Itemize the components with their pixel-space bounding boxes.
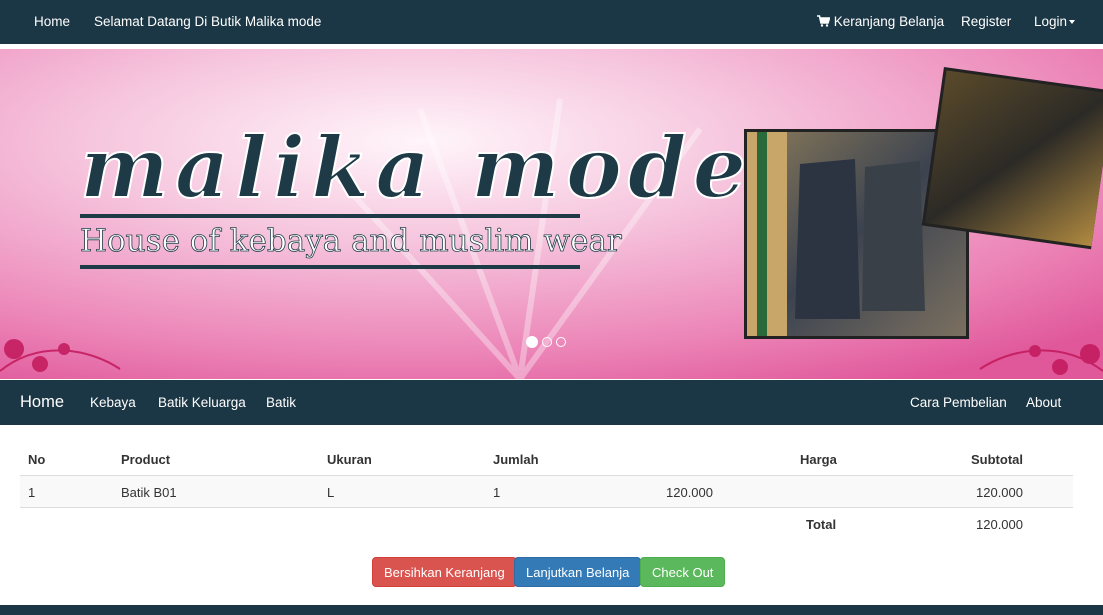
shopping-cart-icon [817, 15, 831, 27]
table-row [20, 476, 1073, 508]
nav-item-kebaya[interactable]: Kebaya [90, 380, 136, 425]
cell-ukuran: L [327, 485, 335, 500]
cell-no: 1 [28, 485, 36, 500]
header-harga: Harga [800, 452, 837, 467]
carousel-dot-1[interactable] [526, 336, 538, 348]
nav-item-cara-pembelian[interactable]: Cara Pembelian [910, 380, 1007, 425]
header-product: Product [121, 452, 171, 467]
continue-shopping-button[interactable]: Lanjutkan Belanja [514, 557, 642, 587]
top-navbar: Home Selamat Datang Di Butik Malika mode… [0, 0, 1103, 44]
login-dropdown[interactable]: Login [1034, 0, 1076, 44]
cart-link-label: Keranjang Belanja [833, 14, 945, 29]
header-no: No [28, 452, 46, 467]
banner-carousel: malika mode House of kebaya and muslim w… [0, 49, 1103, 379]
footer-bar [0, 605, 1103, 615]
cart-link[interactable]: Keranjang Belanja [817, 0, 944, 44]
banner-image: malika mode House of kebaya and muslim w… [0, 49, 1103, 379]
topnav-home-link[interactable]: Home [34, 0, 70, 44]
nav-item-batik[interactable]: Batik [266, 380, 296, 425]
nav-item-about[interactable]: About [1026, 380, 1061, 425]
total-value: 120.000 [976, 517, 1023, 532]
product-photo-2 [921, 66, 1103, 250]
login-label: Login [1034, 14, 1068, 29]
main-navbar: Home Kebaya Batik Keluarga Batik Cara Pe… [0, 380, 1103, 425]
header-subtotal: Subtotal [971, 452, 1023, 467]
carousel-dot-2[interactable] [542, 337, 552, 347]
header-ukuran: Ukuran [327, 452, 372, 467]
topnav-welcome-text: Selamat Datang Di Butik Malika mode [94, 14, 322, 29]
svg-text:malika mode: malika mode [80, 118, 752, 217]
cell-harga: 120.000 [666, 485, 713, 500]
clear-cart-button[interactable]: Bersihkan Keranjang [372, 557, 517, 587]
total-label: Total [806, 517, 837, 532]
svg-text:House of kebaya and muslim wea: House of kebaya and muslim wear [80, 223, 622, 259]
navbar-brand-home[interactable]: Home [20, 380, 64, 425]
cell-jumlah: 1 [493, 485, 501, 500]
cell-subtotal: 120.000 [976, 485, 1023, 500]
cell-product: Batik B01 [121, 485, 177, 500]
nav-item-batik-keluarga[interactable]: Batik Keluarga [158, 380, 246, 425]
header-jumlah: Jumlah [493, 452, 539, 467]
caret-down-icon [1069, 20, 1076, 25]
checkout-button[interactable]: Check Out [640, 557, 726, 587]
carousel-dot-3[interactable] [556, 337, 566, 347]
register-link[interactable]: Register [961, 0, 1011, 44]
